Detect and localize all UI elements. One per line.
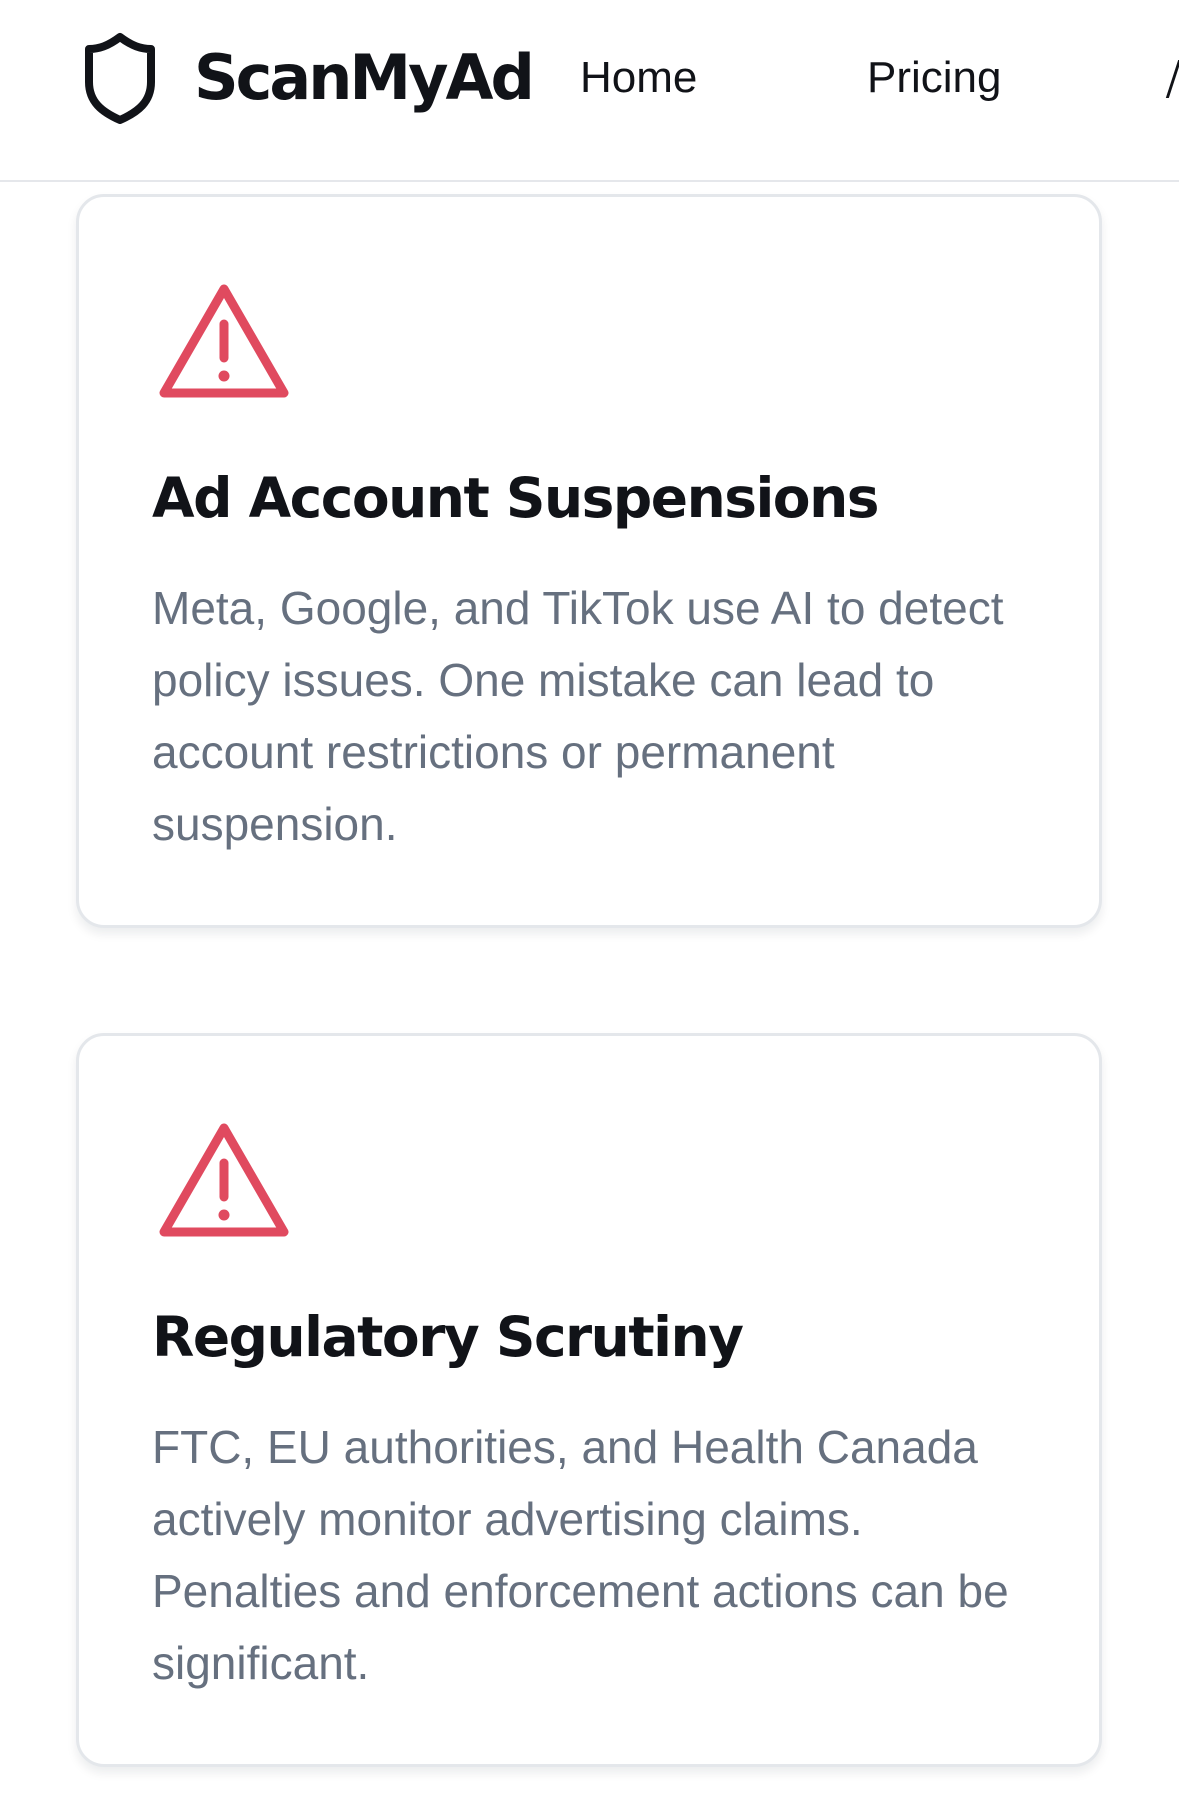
shield-icon <box>85 33 155 124</box>
nav-link-overflow[interactable] <box>1165 60 1179 98</box>
alert-triangle-icon <box>159 1123 289 1237</box>
top-navigation-bar: ScanMyAd Home Pricing <box>0 0 1179 182</box>
brand-name: ScanMyAd <box>194 41 535 114</box>
card-title: Ad Account Suspensions <box>152 466 880 530</box>
risk-card-ad-account-suspensions: Ad Account Suspensions Meta, Google, and… <box>76 194 1102 928</box>
brand-logo-link[interactable]: ScanMyAd <box>82 30 535 126</box>
alert-triangle-icon <box>159 284 289 398</box>
card-description: Meta, Google, and TikTok use AI to detec… <box>152 582 1004 850</box>
nav-link-home[interactable]: Home <box>580 50 697 106</box>
nav-link-pricing[interactable]: Pricing <box>867 50 1002 106</box>
page: ScanMyAd Home Pricing Ad Account Suspens… <box>0 0 1179 1815</box>
card-description: FTC, EU authorities, and Health Canada a… <box>152 1421 1009 1689</box>
risk-card-regulatory-scrutiny: Regulatory Scrutiny FTC, EU authorities,… <box>76 1033 1102 1767</box>
card-title: Regulatory Scrutiny <box>152 1305 744 1369</box>
